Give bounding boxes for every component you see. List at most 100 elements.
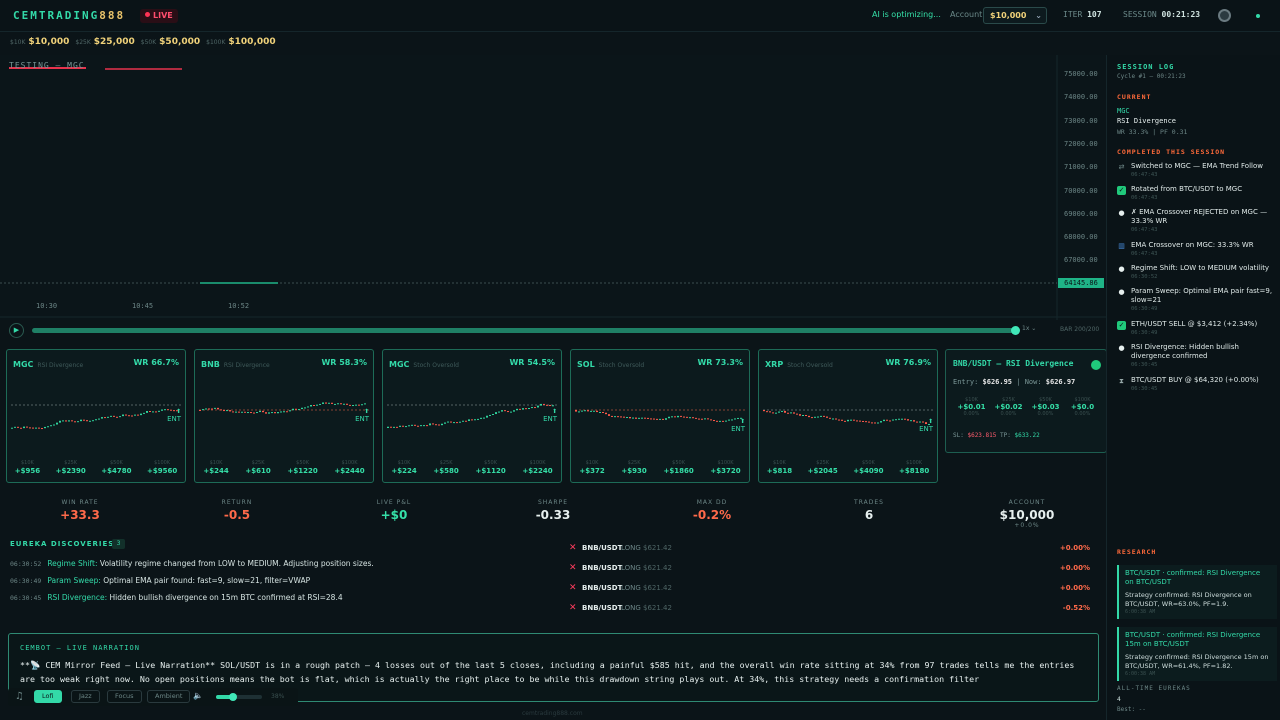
session-log-time: 06:30:49 <box>1131 306 1158 312</box>
candle <box>602 411 604 413</box>
card-pnl-value: +$224 <box>391 467 417 475</box>
session-log-text: Rotated from BTC/USDT to MGC 06:47:43 <box>1131 185 1276 202</box>
entry-label: ENT <box>167 415 181 423</box>
candle <box>531 407 533 409</box>
candle <box>346 403 348 405</box>
strategy-card[interactable]: MGC Stoch Oversold WR 54.5% ⬆ ENT $10K +$224 $2… <box>382 349 562 483</box>
card-pnl-account: $50K <box>484 460 497 466</box>
strategy-card[interactable]: BNB RSI Divergence WR 58.3% ⬆ ENT $10K +$244 $2… <box>194 349 374 483</box>
settings-icon[interactable] <box>1218 9 1231 22</box>
check-icon: ✓ <box>1117 186 1126 195</box>
account-size-option[interactable]: $10K $10,000 <box>10 37 69 47</box>
live-badge: LIVE <box>140 9 178 23</box>
music-genre-button[interactable]: Focus <box>107 690 142 703</box>
session-timer: SESSION 00:21:23 <box>1123 10 1201 19</box>
scrub-handle[interactable] <box>1011 326 1020 335</box>
card-pnl-account: $100K <box>529 460 546 466</box>
x-tick-label: 10:45 <box>132 302 154 310</box>
candle <box>146 411 148 413</box>
candle <box>549 404 551 406</box>
candle <box>910 420 912 422</box>
candle <box>131 415 133 417</box>
candle <box>298 409 300 411</box>
play-button[interactable]: ▶ <box>9 323 24 338</box>
entry-arrow-icon: ⬆ <box>175 408 181 415</box>
candle <box>32 427 34 429</box>
card-pnl-value: +$610 <box>245 467 271 475</box>
trade-symbol: BNB/USDT <box>582 544 623 552</box>
speed-select[interactable]: 1x ⌄ <box>1022 325 1036 332</box>
volume-handle[interactable] <box>229 693 237 701</box>
candle <box>575 410 577 412</box>
candle <box>638 417 640 419</box>
card-pnl: $10K +$224 <box>391 460 416 475</box>
card-pnl-value: +$4780 <box>101 467 132 475</box>
mini-price-chart <box>199 402 369 414</box>
trade-side: LONG <box>621 584 641 592</box>
card-pnl-value: +$930 <box>621 467 647 475</box>
candle <box>704 418 706 420</box>
volume-slider[interactable] <box>216 693 262 701</box>
candle <box>241 411 243 413</box>
music-genre-button[interactable]: Jazz <box>71 690 100 703</box>
main-chart[interactable]: TESTING — MGC 75000.00 74000.00 73000.00 72… <box>0 55 1106 320</box>
card-symbol: BNB RSI Divergence <box>201 360 270 369</box>
session-log-title: SESSION LOG <box>1117 63 1175 71</box>
candle <box>319 403 321 405</box>
account-size-option[interactable]: $50K $50,000 <box>141 37 200 47</box>
candle <box>143 412 145 414</box>
card-symbol: MGC RSI Divergence <box>13 360 83 369</box>
trade-row[interactable]: ✕ BNB/USDT LONG $621.42 +0.00% <box>566 560 1094 576</box>
card-pnl-value: +$372 <box>579 467 605 475</box>
account-size-option[interactable]: $25K $25,000 <box>75 37 134 47</box>
card-symbol: XRP Stoch Oversold <box>765 360 833 369</box>
candle <box>164 409 166 411</box>
music-genre-button[interactable]: Lofi <box>34 690 62 703</box>
candle <box>543 403 545 405</box>
candle <box>880 421 882 423</box>
research-card[interactable]: BTC/USDT · confirmed: RSI Divergence on … <box>1117 565 1277 619</box>
candle <box>898 418 900 420</box>
candle <box>483 417 485 419</box>
music-genre-button[interactable]: Ambient <box>147 690 191 703</box>
loss-icon: ✕ <box>569 543 577 553</box>
account-select[interactable]: $10,000 ⌄ <box>983 7 1047 24</box>
candle <box>101 417 103 419</box>
trade-row[interactable]: ✕ BNB/USDT LONG $621.42 +0.00% <box>566 580 1094 596</box>
candle <box>402 425 404 427</box>
chevron-down-icon: ⌄ <box>1035 11 1042 20</box>
candle <box>137 414 139 416</box>
candle <box>86 420 88 422</box>
position-entry: Entry: $626.95 | Now: $626.97 <box>953 378 1076 386</box>
eureka-item: 06:30:49 Param Sweep: Optimal EMA pair fo… <box>10 576 310 585</box>
candle <box>486 415 488 418</box>
account-size-short: $25K <box>75 39 91 46</box>
trade-symbol: BNB/USDT <box>582 604 623 612</box>
strategy-card[interactable]: XRP Stoch Oversold WR 76.9% ⬆ ENT $10K +$818 $2… <box>758 349 938 483</box>
card-pnl-account: $50K <box>296 460 309 466</box>
card-pnl-account: $25K <box>439 460 453 466</box>
candle <box>217 407 219 410</box>
trade-row[interactable]: ✕ BNB/USDT LONG $621.42 +0.00% <box>566 540 1094 556</box>
candle <box>698 418 700 420</box>
scrub-track[interactable] <box>32 328 1016 333</box>
mute-icon[interactable]: 🔈 <box>193 691 203 700</box>
loss-icon: ✕ <box>569 563 577 573</box>
candle <box>662 418 664 420</box>
candle <box>656 418 658 420</box>
account-size-option[interactable]: $100K $100,000 <box>206 37 275 47</box>
candle <box>423 425 425 427</box>
research-card[interactable]: BTC/USDT · confirmed: RSI Divergence 15m… <box>1117 627 1277 681</box>
candle <box>208 408 210 410</box>
candle <box>453 422 455 424</box>
card-pnl-value: +$2390 <box>55 467 86 475</box>
strategy-card[interactable]: MGC RSI Divergence WR 66.7% ⬆ ENT $10K +$956 $2… <box>6 349 186 483</box>
card-pnl-account: $25K <box>627 460 641 466</box>
trade-row[interactable]: ✕ BNB/USDT LONG $621.42 -0.52% <box>566 600 1094 616</box>
strategy-card[interactable]: SOL Stoch Oversold WR 73.3% ⬆ ENT $10K +$372 $2… <box>570 349 750 483</box>
check-icon: ✓ <box>1117 321 1126 330</box>
candle <box>59 420 61 423</box>
open-position-panel[interactable]: BNB/USDT — RSI Divergence Entry: $626.95… <box>945 349 1107 453</box>
candle <box>784 410 786 413</box>
candle <box>641 417 643 419</box>
